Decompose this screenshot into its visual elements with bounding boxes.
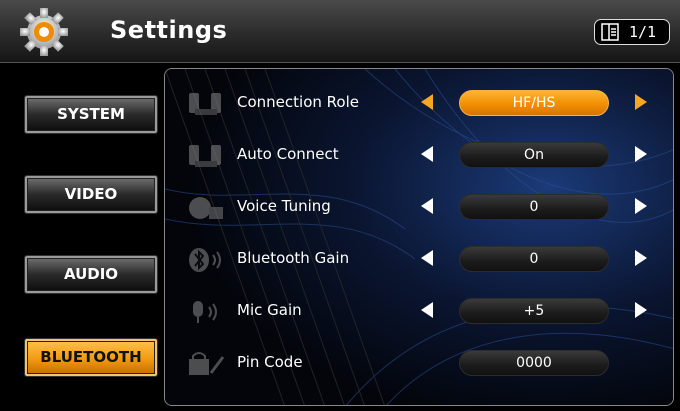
decrease-arrow-icon[interactable] — [421, 146, 433, 162]
decrease-arrow-icon[interactable] — [421, 198, 433, 214]
decrease-arrow-icon[interactable] — [421, 94, 433, 110]
settings-gear-icon — [20, 8, 68, 56]
tab-video[interactable]: VIDEO — [25, 176, 157, 213]
decrease-arrow-icon[interactable] — [421, 302, 433, 318]
pages-icon — [601, 23, 619, 41]
setting-row-pin-code: Pin Code 0000 — [165, 338, 673, 390]
setting-row-bluetooth-gain: Bluetooth Gain 0 — [165, 234, 673, 286]
phone-auto-icon — [189, 93, 221, 115]
page-indicator-text: 1/1 — [629, 23, 657, 41]
setting-label: Pin Code — [237, 353, 303, 371]
tab-system[interactable]: SYSTEM — [25, 96, 157, 133]
increase-arrow-icon[interactable] — [635, 302, 647, 318]
page-indicator-button[interactable]: 1/1 — [594, 19, 670, 45]
setting-label: Mic Gain — [237, 301, 302, 319]
bluetooth-gain-icon — [189, 248, 221, 272]
setting-value[interactable]: 0 — [459, 194, 609, 220]
tab-audio[interactable]: AUDIO — [25, 256, 157, 293]
setting-value[interactable]: On — [459, 142, 609, 168]
setting-row-connection-role: Connection Role HF/HS — [165, 78, 673, 130]
setting-label: Bluetooth Gain — [237, 249, 350, 267]
setting-value[interactable]: 0 — [459, 246, 609, 272]
setting-label: Connection Role — [237, 93, 359, 111]
setting-row-auto-connect: Auto Connect On — [165, 130, 673, 182]
decrease-arrow-icon[interactable] — [421, 250, 433, 266]
increase-arrow-icon[interactable] — [635, 250, 647, 266]
setting-value[interactable]: +5 — [459, 298, 609, 324]
bluetooth-settings-panel: Connection Role HF/HS Auto Connect On Vo… — [164, 68, 674, 406]
pin-code-icon — [189, 352, 225, 375]
setting-row-voice-tuning: Voice Tuning 0 — [165, 182, 673, 234]
setting-row-mic-gain: Mic Gain +5 — [165, 286, 673, 338]
tab-bluetooth[interactable]: BLUETOOTH — [25, 339, 157, 376]
setting-label: Auto Connect — [237, 145, 339, 163]
phone-auto-icon — [189, 145, 221, 167]
setting-label: Voice Tuning — [237, 197, 331, 215]
setting-value[interactable]: 0000 — [459, 350, 609, 376]
page-title: Settings — [110, 16, 228, 44]
title-bar: Settings 1/1 — [0, 0, 680, 63]
increase-arrow-icon[interactable] — [635, 94, 647, 110]
increase-arrow-icon[interactable] — [635, 146, 647, 162]
voice-tuning-icon — [189, 197, 223, 219]
setting-value[interactable]: HF/HS — [459, 90, 609, 116]
mic-gain-icon — [193, 301, 217, 323]
increase-arrow-icon[interactable] — [635, 198, 647, 214]
